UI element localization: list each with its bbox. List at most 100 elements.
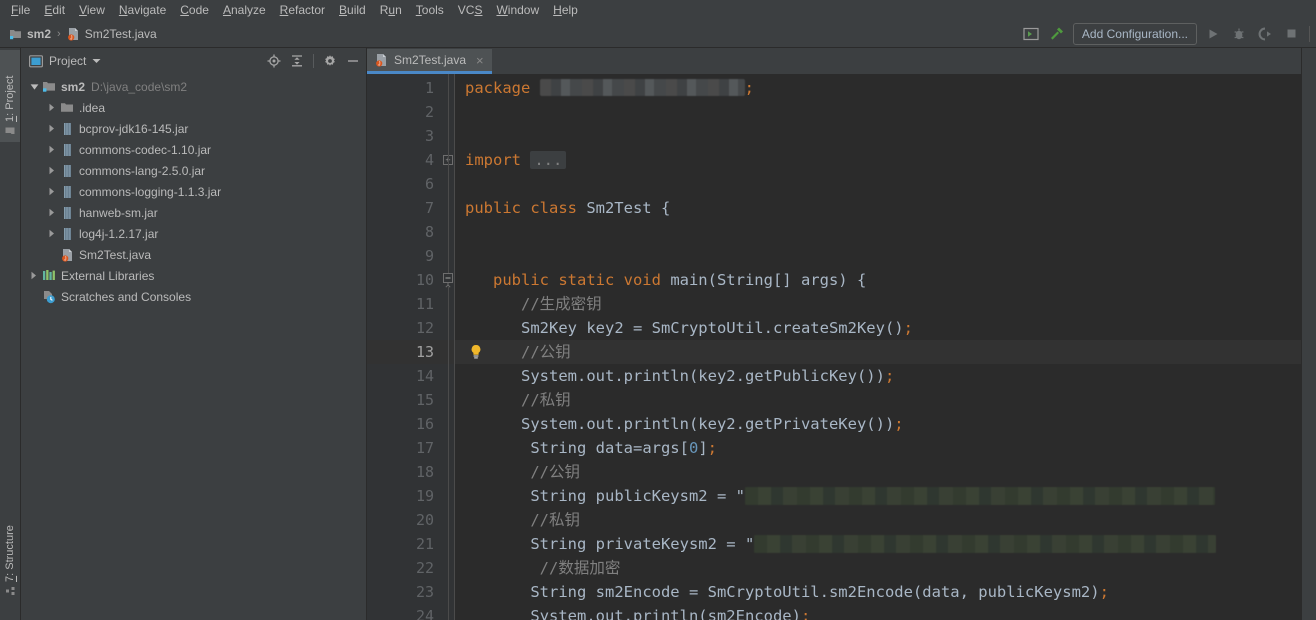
code-token-txt: String publicKeysm2 = ": [521, 487, 745, 505]
project-tree[interactable]: sm2 D:\java_code\sm2 .idea bcprov-jdk16-145…: [21, 74, 366, 620]
line-number: 8: [424, 223, 434, 241]
project-folder-icon: [5, 126, 15, 136]
chevron-down-icon[interactable]: [27, 83, 41, 91]
code-line[interactable]: //生成密钥: [521, 292, 602, 316]
menu-item-build[interactable]: Build: [332, 1, 373, 20]
jar-icon: [59, 164, 75, 178]
code-line[interactable]: //私钥: [521, 508, 580, 532]
tree-node-idea[interactable]: .idea: [21, 97, 366, 118]
code-line[interactable]: String publicKeysm2 = ": [521, 484, 1215, 508]
code-line[interactable]: public class Sm2Test {: [465, 196, 670, 220]
stop-icon[interactable]: [1281, 24, 1301, 44]
line-number: 13: [415, 343, 434, 361]
tree-node-commons-lang-2-5-0-jar[interactable]: commons-lang-2.5.0.jar: [21, 160, 366, 181]
code-line[interactable]: import ...: [465, 148, 567, 172]
jar-icon: [59, 206, 75, 220]
chevron-right-icon[interactable]: [45, 166, 59, 175]
code-line[interactable]: System.out.println(key2.getPublicKey());: [521, 364, 894, 388]
debug-icon[interactable]: [1229, 24, 1249, 44]
menu-item-refactor[interactable]: Refactor: [273, 1, 332, 20]
menu-item-run[interactable]: Run: [373, 1, 409, 20]
code-token-kw: package: [465, 79, 531, 97]
code-line[interactable]: //数据加密: [521, 556, 621, 580]
fold-collapse-icon[interactable]: [443, 273, 453, 288]
gear-icon[interactable]: [323, 54, 337, 68]
open-preview-icon[interactable]: [1021, 24, 1041, 44]
chevron-right-icon[interactable]: [45, 145, 59, 154]
code-token-sem: ;: [1099, 583, 1109, 601]
tree-node-hanweb-sm-jar[interactable]: hanweb-sm.jar: [21, 202, 366, 223]
code-token-txt: String data=args[: [521, 439, 689, 457]
code-line[interactable]: String sm2Encode = SmCryptoUtil.sm2Encod…: [521, 580, 1109, 604]
menu-item-navigate[interactable]: Navigate: [112, 1, 173, 20]
project-tool-window: Project sm2 D:\java_code\sm2 .idea bcpro…: [21, 48, 367, 620]
run-with-coverage-icon[interactable]: [1255, 24, 1275, 44]
menu-item-analyze[interactable]: Analyze: [216, 1, 273, 20]
menu-item-code[interactable]: Code: [173, 1, 216, 20]
hide-icon[interactable]: [346, 54, 360, 68]
chevron-right-icon[interactable]: [45, 229, 59, 238]
folding-gutter[interactable]: +: [442, 74, 455, 620]
chevron-right-icon[interactable]: [27, 271, 41, 280]
code-line[interactable]: //公钥: [521, 340, 571, 364]
close-icon[interactable]: ×: [476, 53, 484, 68]
chevron-right-icon[interactable]: [45, 208, 59, 217]
code-line[interactable]: //私钥: [521, 388, 571, 412]
code-line[interactable]: String data=args[0];: [521, 436, 717, 460]
add-configuration-button[interactable]: Add Configuration...: [1072, 22, 1197, 45]
code-line[interactable]: String privateKeysm2 = ": [521, 532, 1217, 556]
line-number: 20: [415, 511, 434, 529]
java-class-icon: J: [67, 27, 80, 41]
chevron-right-icon[interactable]: [45, 124, 59, 133]
menu-item-help[interactable]: Help: [546, 1, 585, 20]
main-toolbar: Add Configuration...: [1021, 20, 1312, 47]
tree-node-scratches-and-consoles[interactable]: Scratches and Consoles: [21, 286, 366, 307]
folded-region-placeholder[interactable]: ...: [530, 151, 567, 169]
code-line[interactable]: System.out.println(sm2Encode);: [521, 604, 810, 620]
tree-node-sm2test-java[interactable]: J Sm2Test.java: [21, 244, 366, 265]
code-token-kw: public static void: [493, 271, 661, 289]
code-token-txt: String privateKeysm2 = ": [521, 535, 755, 553]
project-panel-title-group[interactable]: Project: [29, 54, 101, 68]
sidebar-item-project[interactable]: 1: Project: [0, 50, 20, 142]
project-panel-header: Project: [21, 48, 366, 74]
toolbar-divider: [1309, 25, 1310, 42]
tree-node-label: hanweb-sm.jar: [79, 205, 158, 220]
tree-node-label: Sm2Test.java: [79, 247, 152, 262]
menu-item-vcs[interactable]: VCS: [451, 1, 490, 20]
sidebar-item-structure[interactable]: 7: Structure: [0, 504, 20, 602]
line-number: 24: [415, 607, 434, 620]
menu-item-window[interactable]: Window: [489, 1, 546, 20]
code-line[interactable]: //公钥: [521, 460, 580, 484]
code-editor[interactable]: 12346789101112131415161718192021222324 +…: [367, 74, 1301, 620]
tab-sm2test-java[interactable]: J Sm2Test.java ×: [367, 49, 492, 74]
code-line[interactable]: Sm2Key key2 = SmCryptoUtil.createSm2Key(…: [521, 316, 913, 340]
code-line[interactable]: package ;: [465, 76, 754, 100]
menu-item-tools[interactable]: Tools: [409, 1, 451, 20]
menu-item-view[interactable]: View: [72, 1, 112, 20]
chevron-down-icon[interactable]: [92, 58, 101, 64]
code-token-txt: System.out.println(key2.getPublicKey()): [521, 367, 885, 385]
breadcrumb-item-module[interactable]: sm2: [6, 26, 54, 42]
tree-node-sm2[interactable]: sm2 D:\java_code\sm2: [21, 76, 366, 97]
locate-icon[interactable]: [267, 54, 281, 68]
chevron-right-icon[interactable]: [45, 187, 59, 196]
menu-item-file[interactable]: File: [4, 1, 37, 20]
code-line[interactable]: public static void main(String[] args) {: [493, 268, 866, 292]
code-content[interactable]: https://blog.csdn.net/abc8125 package ;i…: [455, 74, 1301, 620]
tree-node-external-libraries[interactable]: External Libraries: [21, 265, 366, 286]
tree-node-log4j-1-2-17-jar[interactable]: log4j-1.2.17.jar: [21, 223, 366, 244]
breadcrumb-item-file[interactable]: J Sm2Test.java: [64, 26, 160, 42]
tree-node-bcprov-jdk16-145-jar[interactable]: bcprov-jdk16-145.jar: [21, 118, 366, 139]
run-icon[interactable]: [1203, 24, 1223, 44]
menu-item-edit[interactable]: Edit: [37, 1, 72, 20]
build-hammer-icon[interactable]: [1047, 24, 1067, 44]
collapse-all-icon[interactable]: [290, 54, 304, 68]
tree-node-commons-codec-1-10-jar[interactable]: commons-codec-1.10.jar: [21, 139, 366, 160]
code-token-txt: String sm2Encode = SmCryptoUtil.sm2Encod…: [521, 583, 1100, 601]
intention-bulb-icon[interactable]: [469, 344, 483, 360]
tree-node-commons-logging-1-1-3-jar[interactable]: commons-logging-1.1.3.jar: [21, 181, 366, 202]
chevron-right-icon[interactable]: [45, 103, 59, 112]
code-line[interactable]: System.out.println(key2.getPrivateKey())…: [521, 412, 904, 436]
